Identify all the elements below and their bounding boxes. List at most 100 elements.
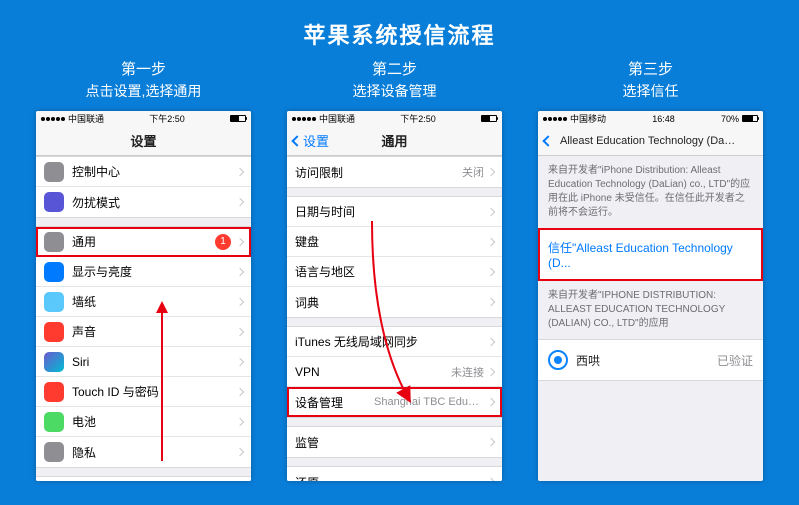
chevron-right-icon: [236, 417, 244, 425]
chevron-right-icon: [236, 167, 244, 175]
battery-icon: [481, 115, 497, 122]
row-value: 未连接: [451, 364, 484, 380]
siri-icon: [44, 352, 64, 372]
chevron-right-icon: [487, 237, 495, 245]
settings-row[interactable]: Siri: [36, 347, 251, 377]
time-label: 16:48: [652, 114, 675, 124]
chevron-right-icon: [236, 448, 244, 456]
chevron-right-icon: [487, 168, 495, 176]
trust-list: 来自开发者"iPhone Distribution: Alleast Educa…: [538, 156, 763, 481]
settings-row[interactable]: 访问限制关闭: [287, 157, 502, 187]
badge: 1: [215, 234, 231, 250]
back-label: 设置: [303, 131, 329, 150]
trust-button[interactable]: 信任"Alleast Education Technology (D...: [538, 228, 763, 281]
row-value: 关闭: [462, 164, 484, 180]
moon-icon: [44, 192, 64, 212]
chevron-left-icon: [542, 135, 553, 146]
app-name: 西哄: [576, 352, 717, 369]
display-icon: [44, 262, 64, 282]
row-label: 设备管理: [295, 394, 374, 411]
chevron-right-icon: [236, 357, 244, 365]
settings-row[interactable]: 墙纸: [36, 287, 251, 317]
status-bar: 中国联通 下午2:50: [287, 111, 502, 126]
status-bar: 中国联通 下午2:50: [36, 111, 251, 126]
nav-bar: 设置: [36, 126, 251, 156]
chevron-right-icon: [487, 478, 495, 481]
settings-row[interactable]: 日期与时间: [287, 197, 502, 227]
row-label: 声音: [72, 323, 237, 340]
settings-row[interactable]: iTunes 无线局域网同步: [287, 327, 502, 357]
phone-screenshot-3: 中国移动 16:48 70% Alleast Education Technol…: [538, 111, 763, 481]
battery-icon: [44, 412, 64, 432]
chevron-right-icon: [487, 398, 495, 406]
step1-title: 第一步: [121, 58, 166, 79]
chevron-right-icon: [236, 198, 244, 206]
back-button[interactable]: [544, 137, 554, 145]
nav-bar: 设置 通用: [287, 126, 502, 156]
settings-row[interactable]: 勿扰模式: [36, 187, 251, 217]
sound-icon: [44, 322, 64, 342]
step1-subtitle: 点击设置,选择通用: [86, 81, 202, 101]
page-title: 苹果系统授信流程: [0, 0, 799, 50]
settings-row[interactable]: 键盘: [287, 227, 502, 257]
nav-bar: Alleast Education Technology (DaLia...: [538, 126, 763, 156]
settings-row[interactable]: 词典: [287, 287, 502, 317]
row-label: 还原: [295, 474, 488, 482]
settings-row[interactable]: 通用1: [36, 227, 251, 257]
settings-row[interactable]: 还原: [287, 467, 502, 481]
back-button[interactable]: 设置: [293, 131, 329, 150]
nav-title: Alleast Education Technology (DaLia...: [538, 135, 763, 147]
settings-row[interactable]: 声音: [36, 317, 251, 347]
row-label: 控制中心: [72, 163, 237, 180]
step2-subtitle: 选择设备管理: [353, 81, 437, 101]
carrier-label: 中国移动: [570, 112, 606, 125]
signal-icon: [543, 117, 567, 121]
row-label: iTunes 无线局域网同步: [295, 333, 488, 350]
apps-section-header: 来自开发者"IPHONE DISTRIBUTION: ALLEAST EDUCA…: [538, 281, 763, 339]
chevron-right-icon: [236, 387, 244, 395]
general-list: 访问限制关闭日期与时间键盘语言与地区词典iTunes 无线局域网同步VPN未连接…: [287, 156, 502, 481]
phone-screenshot-1: 中国联通 下午2:50 设置 控制中心勿扰模式通用1 显示与亮度墙纸声音 Siri T…: [36, 111, 251, 481]
settings-row[interactable]: VPN未连接: [287, 357, 502, 387]
row-label: 勿扰模式: [72, 194, 237, 211]
signal-icon: [292, 117, 316, 121]
battery-icon: [742, 115, 758, 122]
row-label: 键盘: [295, 233, 488, 250]
app-row[interactable]: 西哄 已验证: [538, 339, 763, 381]
wallpaper-icon: [44, 292, 64, 312]
row-label: 通用: [72, 233, 215, 250]
row-label: 访问限制: [295, 164, 462, 181]
nav-title: 设置: [130, 131, 156, 150]
step3-title: 第三步: [628, 58, 673, 79]
settings-row[interactable]: 语言与地区: [287, 257, 502, 287]
carrier-label: 中国联通: [68, 112, 104, 125]
chevron-right-icon: [487, 438, 495, 446]
carrier-label: 中国联通: [319, 112, 355, 125]
settings-row[interactable]: iTunes Store 与 App Store: [36, 477, 251, 481]
row-label: 隐私: [72, 444, 237, 461]
chevron-right-icon: [236, 267, 244, 275]
touchid-icon: [44, 382, 64, 402]
settings-row[interactable]: 监管: [287, 427, 502, 457]
step3-subtitle: 选择信任: [623, 81, 679, 101]
developer-description: 来自开发者"iPhone Distribution: Alleast Educa…: [538, 156, 763, 228]
settings-row[interactable]: 电池: [36, 407, 251, 437]
time-label: 下午2:50: [400, 112, 436, 125]
gear-icon: [44, 232, 64, 252]
row-label: 显示与亮度: [72, 263, 237, 280]
step2-title: 第二步: [372, 58, 417, 79]
chevron-right-icon: [487, 298, 495, 306]
row-label: Touch ID 与密码: [72, 383, 237, 400]
row-label: Siri: [72, 355, 237, 369]
signal-icon: [41, 117, 65, 121]
row-label: 词典: [295, 294, 488, 311]
settings-row[interactable]: 显示与亮度: [36, 257, 251, 287]
privacy-icon: [44, 442, 64, 462]
settings-row[interactable]: 设备管理Shanghai TBC Education Dev...: [287, 387, 502, 417]
settings-row[interactable]: Touch ID 与密码: [36, 377, 251, 407]
settings-list: 控制中心勿扰模式通用1 显示与亮度墙纸声音 Siri Touch ID 与密码电池隐私…: [36, 156, 251, 481]
settings-row[interactable]: 隐私: [36, 437, 251, 467]
chevron-right-icon: [487, 337, 495, 345]
settings-row[interactable]: 控制中心: [36, 157, 251, 187]
chevron-right-icon: [487, 207, 495, 215]
